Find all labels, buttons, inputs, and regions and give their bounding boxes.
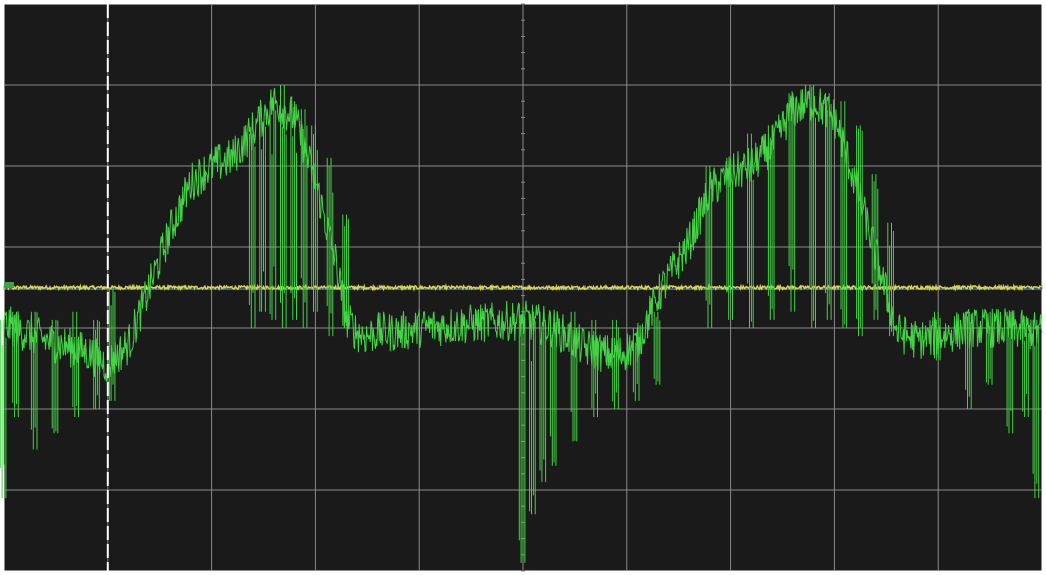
oscilloscope-screen	[0, 0, 1046, 575]
ground-level-marker	[4, 282, 14, 288]
waveform-plot	[0, 3, 1043, 572]
